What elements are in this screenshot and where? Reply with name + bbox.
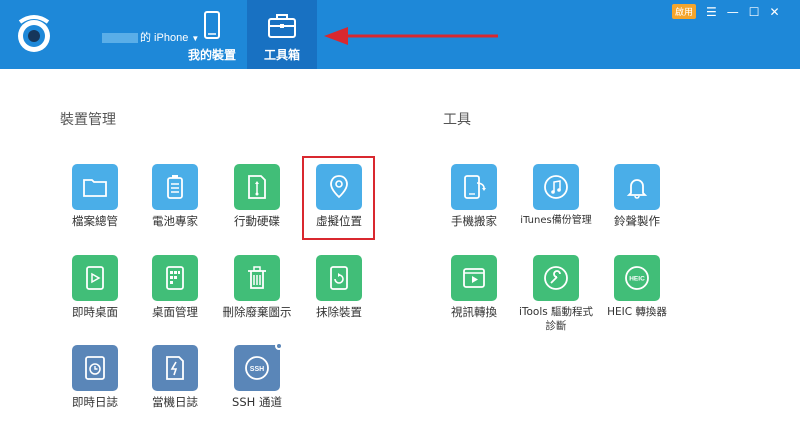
- tab-label: 工具箱: [263, 48, 300, 62]
- tool-tile: [72, 255, 118, 301]
- minimize-icon[interactable]: —: [727, 5, 739, 19]
- device-name-redacted: [102, 33, 138, 44]
- tool-ringtone-maker[interactable]: 鈴聲製作: [597, 164, 677, 228]
- tool-file-manager[interactable]: 檔案總管: [55, 164, 135, 228]
- toolbox-icon: [268, 14, 296, 38]
- tool-tile: [234, 164, 280, 210]
- vip-badge[interactable]: 啟用: [672, 4, 697, 19]
- tool-tile: HEIC: [614, 255, 660, 301]
- section-title-tools: 工具: [443, 112, 471, 128]
- tool-ssh-tunnel[interactable]: SSH SSH 通道: [217, 342, 297, 409]
- tool-tile: [451, 255, 497, 301]
- tool-tile: [614, 164, 660, 210]
- tool-tile: SSH: [234, 342, 283, 391]
- erase-device-icon: [330, 266, 348, 290]
- svg-text:SSH: SSH: [250, 366, 264, 373]
- tool-label: HEIC 轉換器: [607, 306, 667, 318]
- tool-live-desktop[interactable]: 即時桌面: [55, 255, 135, 319]
- tool-tile: [533, 164, 579, 210]
- clock-log-icon: [85, 356, 105, 380]
- wrench-icon: [544, 266, 568, 290]
- tool-label: 手機搬家: [451, 214, 497, 228]
- tool-label: 視訊轉換: [451, 305, 497, 319]
- tool-label: 桌面管理: [152, 305, 198, 319]
- window-controls: 啟用 ☰ — ☐ ✕: [672, 4, 780, 19]
- tool-mobile-disk[interactable]: 行動硬碟: [217, 164, 297, 228]
- tab-label: 我的裝置: [187, 48, 236, 62]
- tool-tile: [152, 345, 198, 391]
- tool-phone-transfer[interactable]: 手機搬家: [434, 164, 514, 228]
- tool-tile: [533, 255, 579, 301]
- tool-tile: [451, 164, 497, 210]
- tool-delete-icons[interactable]: 刪除廢棄圖示: [217, 255, 297, 319]
- annotation-highlight-box: [302, 156, 375, 240]
- play-screen-icon: [86, 266, 104, 290]
- tool-label: 即時日誌: [72, 395, 118, 409]
- notification-dot: [275, 342, 283, 350]
- tool-label: 刪除廢棄圖示: [222, 305, 292, 319]
- tab-my-device[interactable]: 我的裝置: [177, 0, 247, 69]
- app-logo-icon: [18, 15, 50, 52]
- music-backup-icon: [544, 175, 568, 199]
- annotation-arrow: [324, 27, 498, 45]
- crash-log-icon: [166, 356, 184, 380]
- tool-battery[interactable]: 電池專家: [135, 164, 215, 228]
- grid-icon: [166, 266, 184, 290]
- tool-live-log[interactable]: 即時日誌: [55, 345, 135, 409]
- trash-icon: [248, 266, 266, 289]
- menu-icon[interactable]: ☰: [706, 5, 717, 19]
- top-bar: 的 iPhone ▼ 我的裝置 工具箱 啟用 ☰ — ☐ ✕: [0, 0, 800, 69]
- bell-icon: [626, 179, 648, 199]
- tool-label: 抹除裝置: [316, 305, 362, 319]
- tool-tile: [316, 255, 362, 301]
- video-icon: [463, 268, 485, 288]
- phone-transfer-icon: [464, 175, 486, 199]
- tool-driver-diagnosis[interactable]: iTools 驅動程式診斷: [516, 255, 596, 333]
- tool-label: 即時桌面: [72, 305, 118, 319]
- tool-label: 當機日誌: [152, 395, 198, 409]
- tool-label: 檔案總管: [72, 214, 118, 228]
- tab-toolbox[interactable]: 工具箱: [247, 0, 317, 69]
- tool-erase-device[interactable]: 抹除裝置: [299, 255, 379, 319]
- tool-tile: [152, 255, 198, 301]
- tool-label: iTunes備份管理: [520, 215, 592, 226]
- tool-tile: [72, 345, 118, 391]
- section-title-device: 裝置管理: [60, 112, 116, 128]
- tool-tile: [152, 164, 198, 210]
- tool-label: SSH 通道: [232, 395, 282, 409]
- tool-label: 鈴聲製作: [614, 214, 660, 228]
- svg-text:HEIC: HEIC: [629, 276, 645, 283]
- tool-itunes-backup[interactable]: iTunes備份管理: [516, 164, 596, 228]
- tool-desktop-manager[interactable]: 桌面管理: [135, 255, 215, 319]
- app-window: 的 iPhone ▼ 我的裝置 工具箱 啟用 ☰ — ☐ ✕ 裝置管理 工具 檔…: [0, 0, 800, 447]
- usb-drive-icon: [248, 175, 266, 199]
- tool-tile: [72, 164, 118, 210]
- tool-label: 電池專家: [152, 214, 198, 228]
- tool-video-convert[interactable]: 視訊轉換: [434, 255, 514, 319]
- folder-icon: [83, 179, 107, 197]
- heic-icon: HEIC: [625, 266, 649, 290]
- maximize-icon[interactable]: ☐: [749, 5, 760, 19]
- tool-tile: [234, 255, 280, 301]
- tool-heic-converter[interactable]: HEIC HEIC 轉換器: [597, 255, 677, 319]
- close-icon[interactable]: ✕: [770, 5, 780, 19]
- tool-label: 行動硬碟: [234, 214, 280, 228]
- phone-icon: [204, 11, 220, 39]
- tool-crash-log[interactable]: 當機日誌: [135, 345, 215, 409]
- battery-icon: [167, 175, 183, 199]
- ssh-icon: SSH: [245, 356, 269, 380]
- tool-label: iTools 驅動程式診斷: [518, 306, 594, 332]
